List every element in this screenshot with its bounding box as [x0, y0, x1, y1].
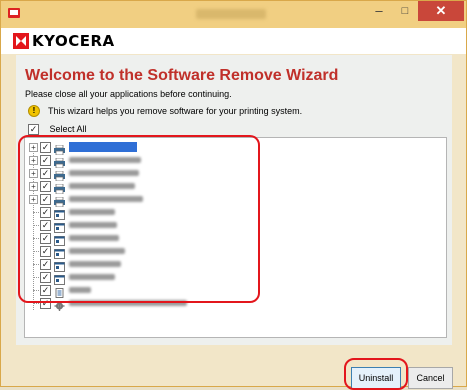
app-icon: [8, 8, 20, 18]
tree-branch-line: [33, 303, 39, 304]
select-all-checkbox[interactable]: ✓: [28, 124, 39, 136]
window-title-redacted: [196, 9, 266, 19]
page-title: Welcome to the Software Remove Wizard: [25, 67, 339, 84]
instruction-text: Please close all your applications befor…: [25, 89, 232, 99]
info-text: This wizard helps you remove software fo…: [48, 106, 303, 116]
brand-bar: KYOCERA: [1, 28, 466, 54]
cancel-button[interactable]: Cancel: [408, 367, 453, 389]
kyocera-logo-icon: [13, 33, 29, 49]
title-bar[interactable]: – □ ✕: [1, 1, 466, 28]
select-all-row[interactable]: ✓ Select All: [28, 124, 87, 136]
minimize-button[interactable]: –: [366, 1, 392, 21]
highlight-ring-list: [18, 135, 260, 303]
close-button[interactable]: ✕: [418, 1, 464, 21]
brand-logo-text: KYOCERA: [32, 32, 115, 50]
info-icon: !: [28, 105, 40, 117]
maximize-button[interactable]: □: [392, 1, 418, 21]
highlight-ring-uninstall: [344, 358, 408, 390]
select-all-label: Select All: [49, 124, 87, 134]
installer-window: – □ ✕ KYOCERA Welcome to the Software Re…: [0, 0, 467, 390]
